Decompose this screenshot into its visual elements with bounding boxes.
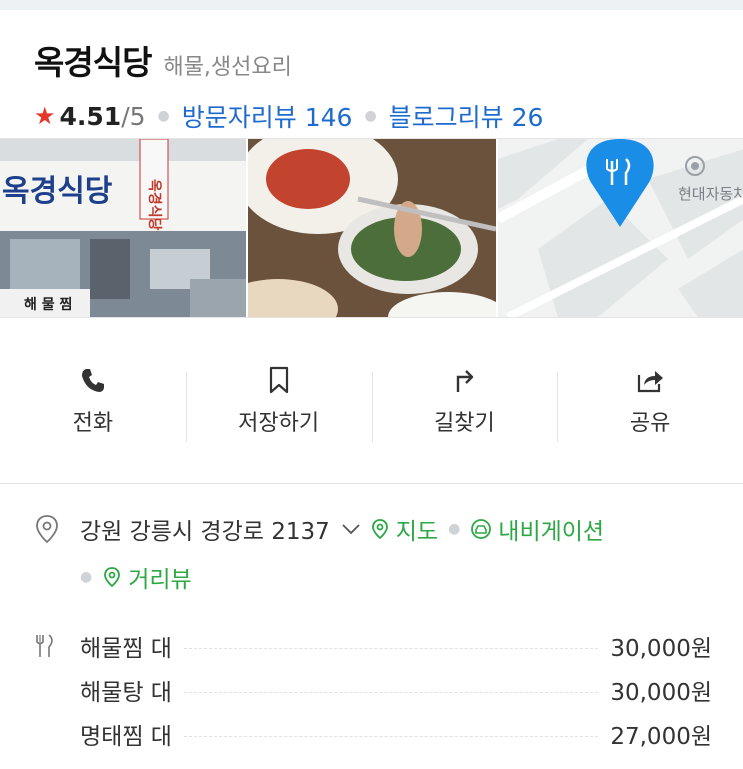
action-bar: 전화 저장하기 길찾기 공유 xyxy=(0,318,743,483)
bookmark-icon xyxy=(269,366,288,393)
directions-label: 길찾기 xyxy=(434,410,495,436)
share-button[interactable]: 공유 xyxy=(557,364,743,442)
separator-dot: ● xyxy=(80,569,93,585)
separator-dot: ● xyxy=(157,108,170,124)
street-view-row: ● 거리뷰 xyxy=(80,560,743,594)
svg-text:옥경식당: 옥경식당 xyxy=(146,179,163,231)
storefront-sign-text: 옥경식당 xyxy=(2,174,113,209)
navigation-link[interactable]: 내비게이션 xyxy=(470,512,604,546)
leader-line xyxy=(183,691,599,693)
street-view-label: 거리뷰 xyxy=(128,567,192,593)
menu-item-price: 30,000원 xyxy=(610,680,712,706)
car-icon xyxy=(471,519,492,539)
directions-button[interactable]: 길찾기 xyxy=(371,364,558,442)
phone-icon xyxy=(81,368,104,392)
fork-knife-icon xyxy=(36,634,53,657)
call-button[interactable]: 전화 xyxy=(0,364,186,438)
blog-reviews-link[interactable]: 블로그리뷰 26 xyxy=(389,98,544,134)
street-view-link[interactable]: 거리뷰 xyxy=(102,560,192,594)
address-text: 강원 강릉시 경강로 2137 xyxy=(80,519,330,545)
location-map[interactable]: 현대자동차 xyxy=(497,139,743,317)
svg-text:해 물 찜: 해 물 찜 xyxy=(24,296,72,313)
street-view-icon xyxy=(104,567,121,588)
separator-dot: ● xyxy=(448,521,461,537)
separator-dot: ● xyxy=(364,108,377,124)
rating-max: /5 xyxy=(121,101,146,131)
map-pin-icon xyxy=(371,519,388,540)
rating-score: 4.51 xyxy=(59,101,122,131)
chevron-down-icon[interactable] xyxy=(342,519,360,540)
save-label: 저장하기 xyxy=(238,410,320,436)
share-icon xyxy=(638,370,664,392)
menu-list: 해물찜 대 30,000원 해물탕 대 30,000원 명태찜 대 27,000… xyxy=(34,624,743,756)
rating-row: ★ 4.51 /5 ● 방문자리뷰 146 ● 블로그리뷰 26 xyxy=(34,98,743,134)
map-label: 현대자동차 xyxy=(678,185,743,203)
save-button[interactable]: 저장하기 xyxy=(185,364,372,442)
address-row: 강원 강릉시 경강로 2137 지도 ● 내비게이션 xyxy=(34,512,743,546)
star-icon: ★ xyxy=(34,102,56,130)
call-label: 전화 xyxy=(72,410,114,436)
directions-icon xyxy=(457,369,474,392)
menu-item-price: 30,000원 xyxy=(610,636,712,662)
menu-item-name: 명태찜 대 xyxy=(80,724,172,750)
place-info: 강원 강릉시 경강로 2137 지도 ● 내비게이션 ● 거리뷰 해물찜 대 3… xyxy=(0,512,743,756)
place-name: 옥경식당 xyxy=(34,43,152,82)
map-link[interactable]: 지도 xyxy=(370,512,438,546)
visitor-reviews-link[interactable]: 방문자리뷰 146 xyxy=(182,98,353,134)
menu-item: 해물탕 대 30,000원 xyxy=(34,668,743,712)
top-bar xyxy=(0,0,743,10)
location-pin-icon xyxy=(36,515,58,544)
menu-item: 명태찜 대 27,000원 xyxy=(34,712,743,756)
menu-item-name: 해물찜 대 xyxy=(80,636,172,662)
section-divider xyxy=(0,483,743,484)
menu-item-name: 해물탕 대 xyxy=(80,680,172,706)
storefront-photo[interactable]: 옥경식당 옥경식당 해 물 찜 xyxy=(0,139,247,317)
leader-line xyxy=(183,735,599,737)
menu-item: 해물찜 대 30,000원 xyxy=(34,624,743,668)
share-label: 공유 xyxy=(629,410,671,436)
map-link-label: 지도 xyxy=(395,519,439,545)
place-category: 해물,생선요리 xyxy=(163,55,292,80)
leader-line xyxy=(183,647,599,649)
food-photo[interactable] xyxy=(248,139,496,317)
place-header: 옥경식당 해물,생선요리 ★ 4.51 /5 ● 방문자리뷰 146 ● 블로그… xyxy=(0,10,743,138)
menu-item-price: 27,000원 xyxy=(610,724,712,750)
navigation-link-label: 내비게이션 xyxy=(498,519,605,545)
photo-strip: 옥경식당 옥경식당 해 물 찜 현대자동차 xyxy=(0,138,743,318)
